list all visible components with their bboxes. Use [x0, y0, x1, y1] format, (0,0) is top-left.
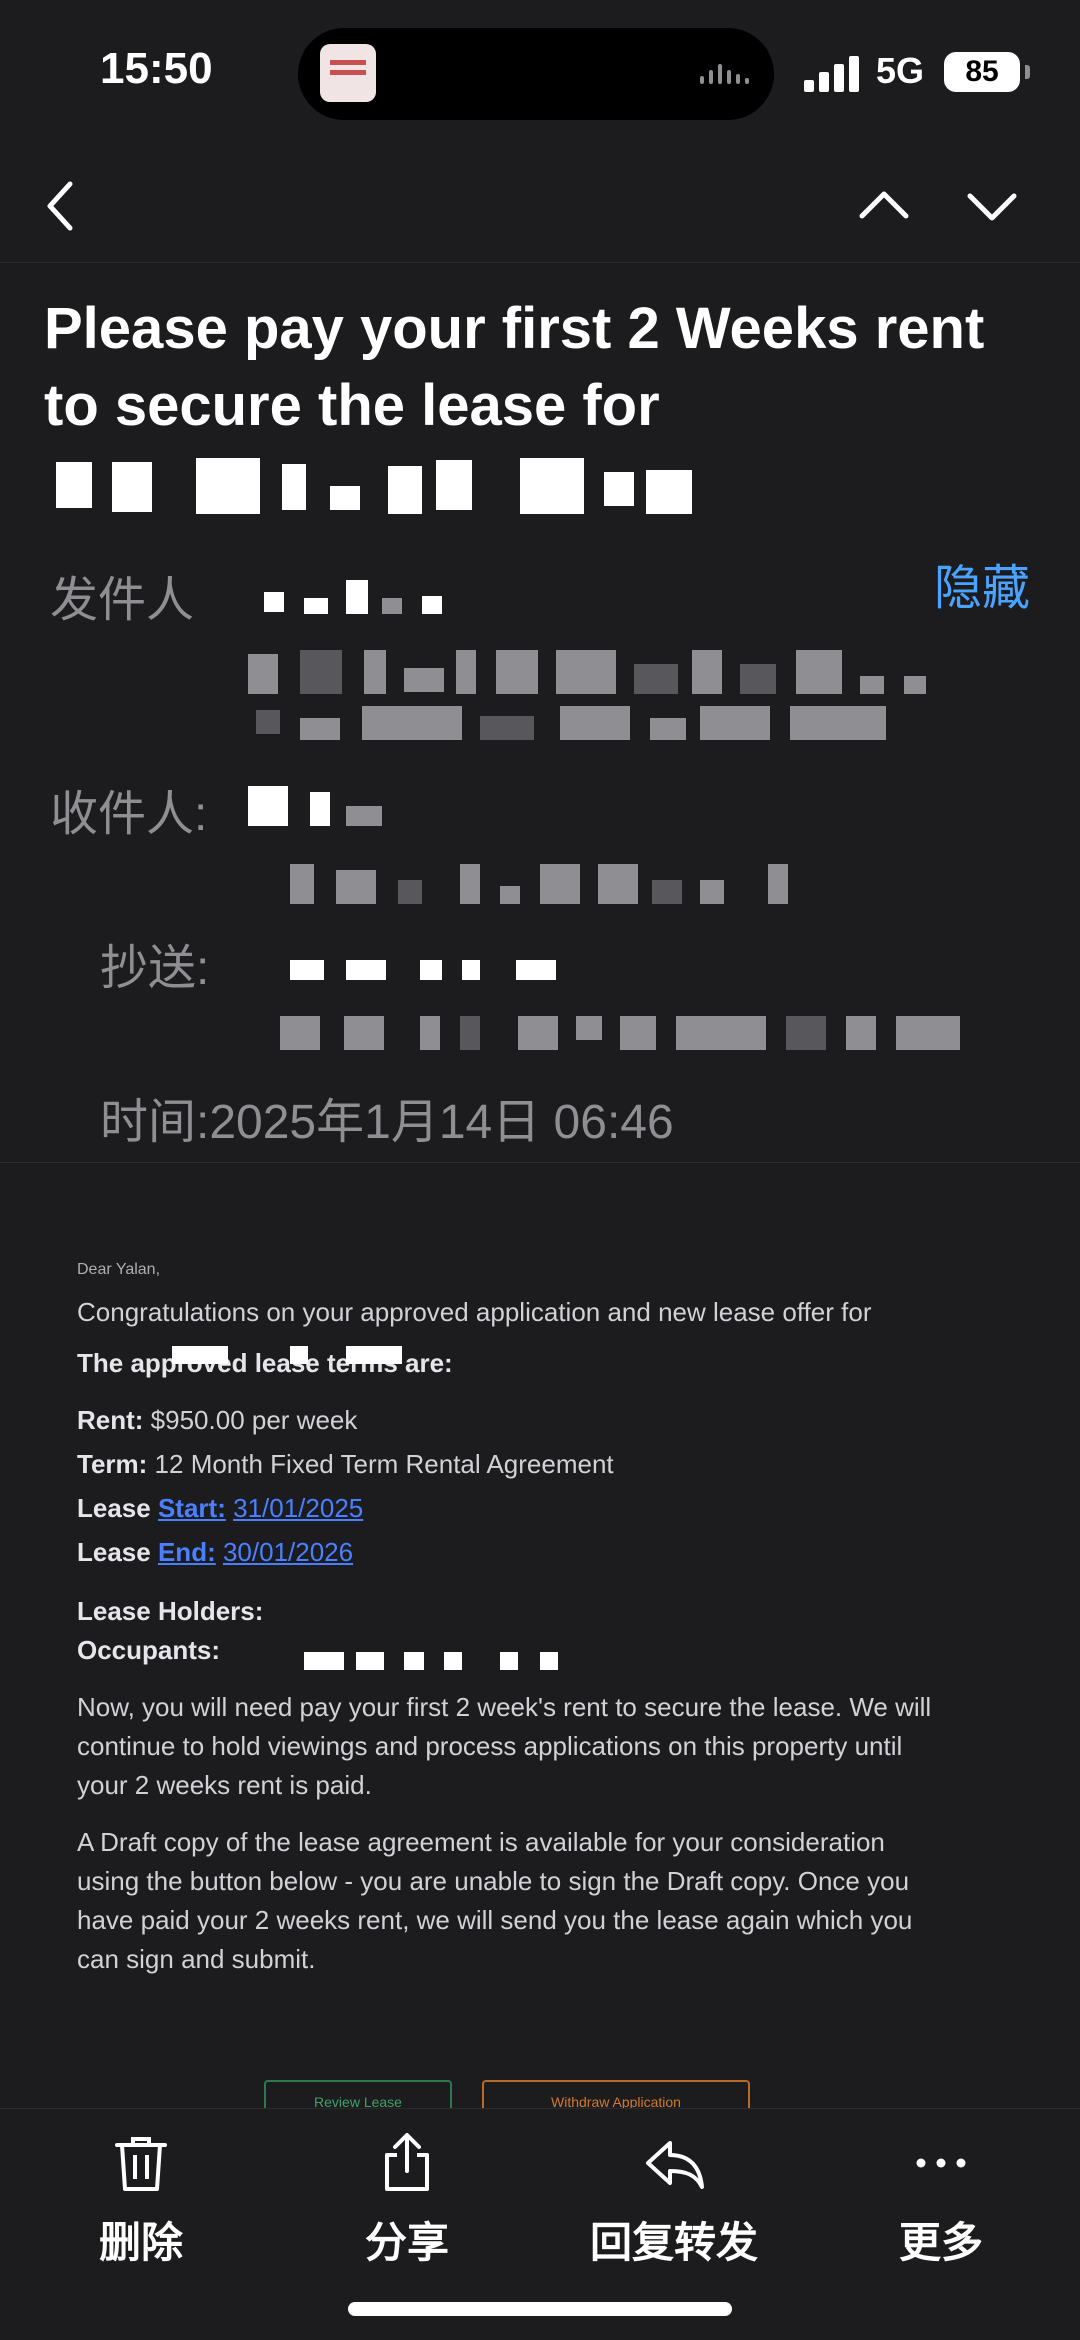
header-divider	[0, 1162, 1080, 1163]
reply-forward-button[interactable]: 回复转发	[576, 2131, 772, 2270]
battery-icon: 85	[944, 52, 1030, 92]
lease-end-line: Lease End: 30/01/2026	[77, 1537, 354, 1567]
chevron-down-icon	[967, 193, 1017, 221]
status-bar: 15:50 5G 85	[0, 0, 1080, 150]
email-time: 时间:2025年1月14日 06:46	[100, 1096, 674, 1149]
reply-icon	[646, 2141, 704, 2189]
term-line: Term: 12 Month Fixed Term Rental Agreeme…	[77, 1449, 614, 1479]
greeting: Dear Yalan,	[77, 1261, 161, 1278]
paragraph-pay-rent: Now, you will need pay your first 2 week…	[77, 1692, 932, 1800]
audio-wave-icon	[700, 64, 750, 84]
from-label: 发件人	[50, 574, 195, 627]
delete-button[interactable]: 删除	[56, 2131, 226, 2270]
lease-start-link[interactable]: Start:	[158, 1493, 226, 1523]
chevron-left-icon	[47, 181, 73, 231]
back-button[interactable]	[30, 174, 94, 238]
status-time: 15:50	[100, 44, 213, 93]
share-button[interactable]: 分享	[322, 2131, 492, 2270]
email-subject: Please pay your first 2 Weeks rent to se…	[44, 296, 985, 438]
next-email-button[interactable]	[960, 174, 1024, 238]
lease-end-date[interactable]: 30/01/2026	[223, 1537, 353, 1567]
cc-label: 抄送:	[100, 942, 210, 995]
signal-icon	[804, 56, 860, 92]
trash-icon	[115, 2137, 167, 2191]
network-type: 5G	[876, 50, 925, 91]
to-label: 收件人:	[50, 788, 208, 841]
more-icon	[916, 2158, 966, 2168]
lease-start-date[interactable]: 31/01/2025	[233, 1493, 363, 1523]
navigation-bar	[0, 150, 1080, 263]
lease-end-link[interactable]: End:	[158, 1537, 216, 1567]
lease-start-line: Lease Start: 31/01/2025	[77, 1493, 364, 1523]
home-indicator[interactable]	[348, 2302, 732, 2316]
rent-line: Rent: $950.00 per week	[77, 1405, 358, 1435]
hide-details-link[interactable]: 隐藏	[934, 548, 1030, 618]
previous-email-button[interactable]	[852, 174, 916, 238]
paragraph-draft-copy: A Draft copy of the lease agreement is a…	[77, 1827, 913, 1974]
intro-text: Congratulations on your approved applica…	[77, 1297, 872, 1327]
chevron-up-icon	[859, 191, 909, 219]
lease-holders-label: Lease Holders:	[77, 1596, 264, 1626]
share-icon	[385, 2133, 429, 2191]
dynamic-island[interactable]	[298, 28, 774, 120]
app-thumbnail-icon	[320, 44, 376, 102]
more-button[interactable]: 更多	[856, 2131, 1026, 2270]
